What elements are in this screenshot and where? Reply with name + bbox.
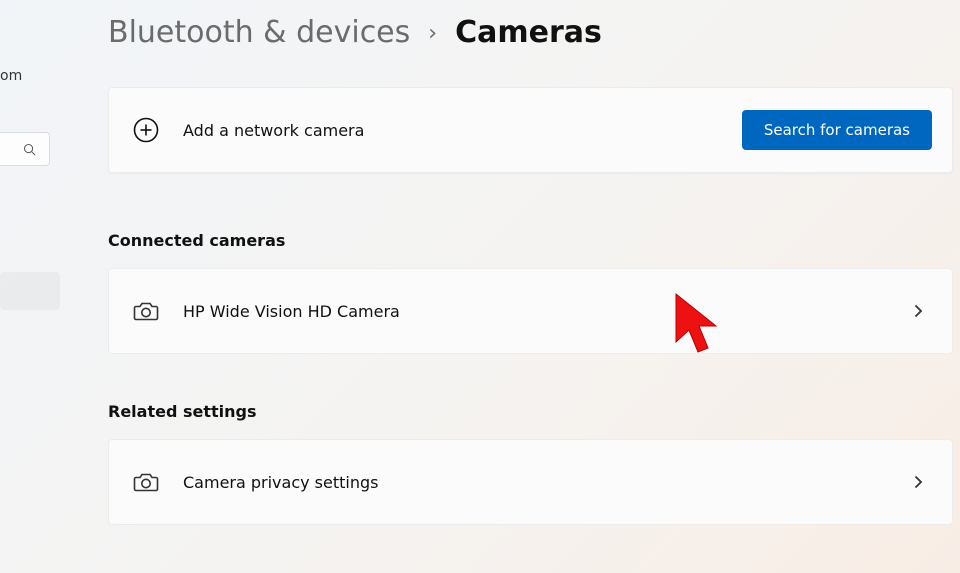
- main-content: Bluetooth & devices › Cameras Add a netw…: [108, 16, 953, 525]
- camera-privacy-settings-row[interactable]: Camera privacy settings: [108, 439, 953, 525]
- breadcrumb: Bluetooth & devices › Cameras: [108, 16, 953, 49]
- chevron-right-icon: ›: [428, 21, 437, 46]
- related-settings-heading: Related settings: [108, 402, 953, 421]
- chevron-right-icon: [910, 303, 926, 319]
- connected-camera-label: HP Wide Vision HD Camera: [183, 302, 910, 321]
- plus-circle-icon: [133, 117, 159, 143]
- connected-cameras-heading: Connected cameras: [108, 231, 953, 250]
- camera-icon: [133, 298, 159, 324]
- camera-privacy-label: Camera privacy settings: [183, 473, 910, 492]
- add-network-camera-row: Add a network camera Search for cameras: [108, 87, 953, 173]
- chevron-right-icon: [910, 474, 926, 490]
- user-email-fragment: om: [0, 68, 22, 84]
- sidebar-fragment: om: [0, 0, 60, 573]
- breadcrumb-parent[interactable]: Bluetooth & devices: [108, 16, 410, 49]
- breadcrumb-current: Cameras: [455, 16, 602, 49]
- sidebar-active-item[interactable]: [0, 272, 60, 310]
- add-network-camera-label: Add a network camera: [183, 121, 742, 140]
- connected-camera-row[interactable]: HP Wide Vision HD Camera: [108, 268, 953, 354]
- search-icon: [22, 142, 37, 157]
- search-for-cameras-button[interactable]: Search for cameras: [742, 110, 932, 150]
- search-input[interactable]: [0, 132, 50, 166]
- camera-icon: [133, 469, 159, 495]
